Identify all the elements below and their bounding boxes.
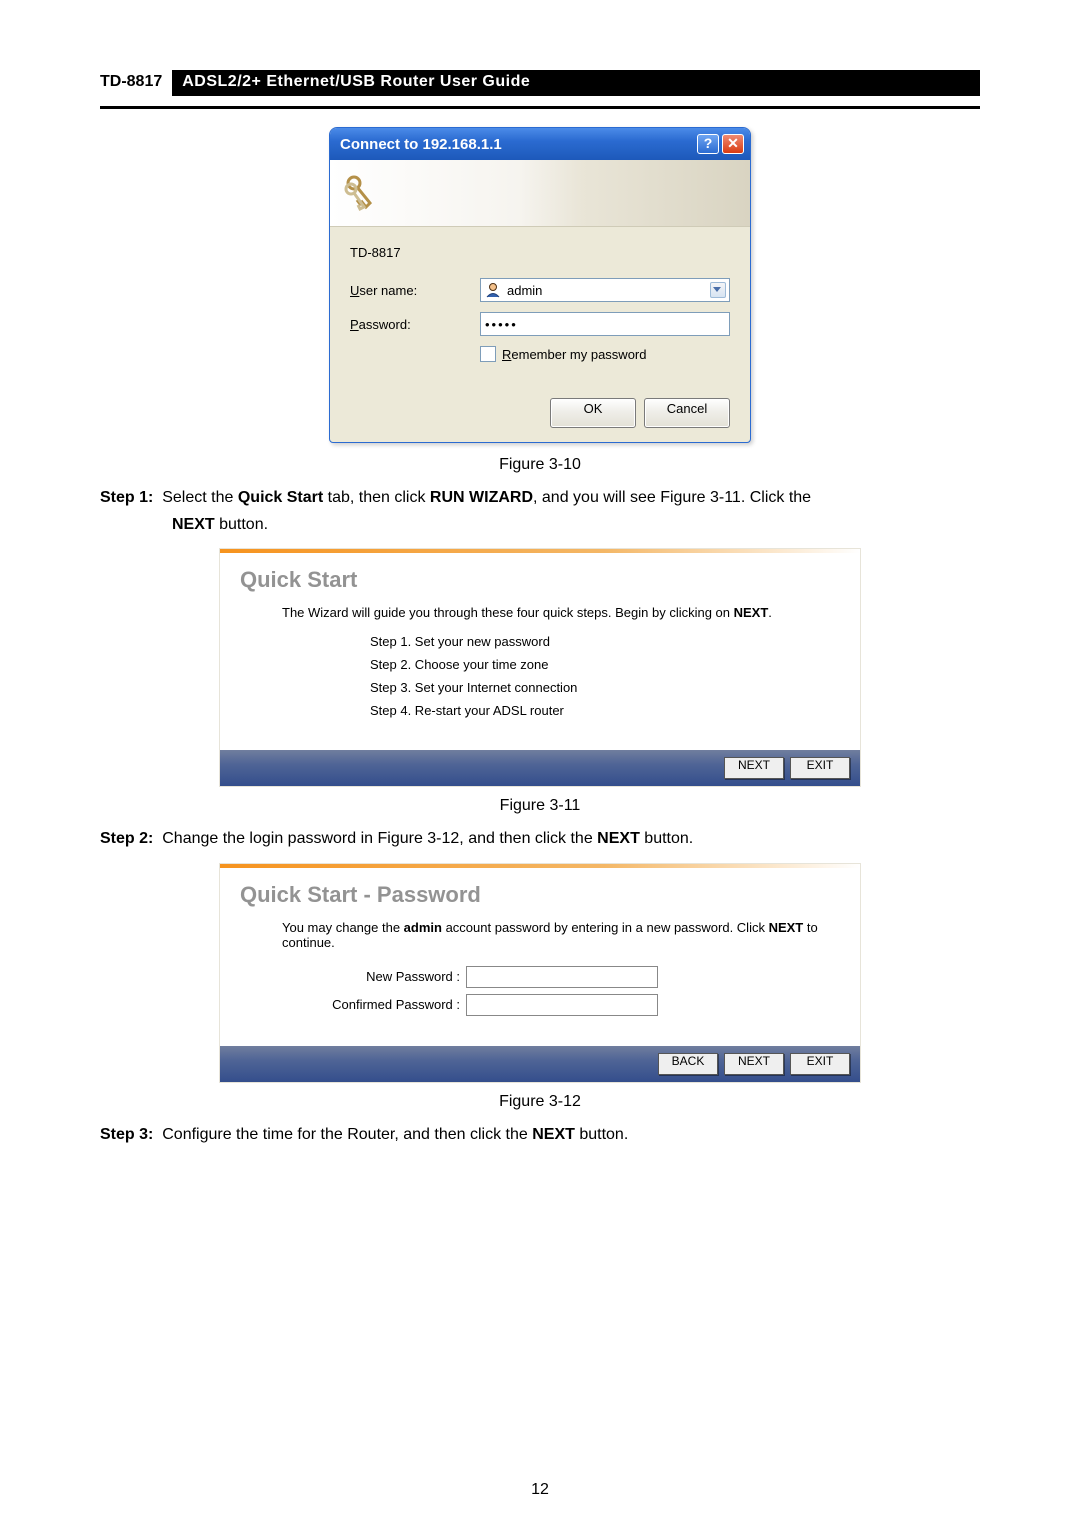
chevron-down-icon [713, 287, 721, 292]
username-input[interactable]: admin [480, 278, 730, 302]
dialog-titlebar: Connect to 192.168.1.1 ? ✕ [330, 128, 750, 160]
doc-header: TD-8817 ADSL2/2+ Ethernet/USB Router Use… [100, 70, 980, 96]
wizard2-lead: You may change the admin account passwor… [282, 920, 840, 950]
keys-icon [340, 173, 380, 213]
step-1: Step 1: Select the Quick Start tab, then… [100, 484, 980, 538]
step-2: Step 2: Change the login password in Fig… [100, 825, 980, 852]
remember-checkbox[interactable] [480, 346, 496, 362]
wizard2-exit-button[interactable]: EXIT [790, 1053, 850, 1075]
close-button[interactable]: ✕ [722, 134, 744, 154]
page-number: 12 [0, 1481, 1080, 1499]
figure-caption-11: Figure 3-11 [100, 797, 980, 815]
confirm-password-label: Confirmed Password : [290, 997, 466, 1012]
dialog-banner [330, 160, 750, 227]
wizard2-next-button[interactable]: NEXT [724, 1053, 784, 1075]
wizard1-step1: Step 1. Set your new password [370, 634, 840, 649]
wizard1-title: Quick Start [240, 567, 840, 593]
password-value: ••••• [485, 317, 518, 332]
wizard1-step3: Step 3. Set your Internet connection [370, 680, 840, 695]
remember-label: RRemember my passwordemember my password [502, 347, 647, 362]
quick-start-password-wizard: Quick Start - Password You may change th… [219, 863, 861, 1083]
dialog-model: TD-8817 [350, 245, 730, 260]
cancel-button[interactable]: Cancel [644, 398, 730, 428]
wizard1-exit-button[interactable]: EXIT [790, 757, 850, 779]
wizard1-lead: The Wizard will guide you through these … [282, 605, 840, 620]
password-input[interactable]: ••••• [480, 312, 730, 336]
wizard1-steps: Step 1. Set your new password Step 2. Ch… [370, 634, 840, 718]
wizard1-step2: Step 2. Choose your time zone [370, 657, 840, 672]
wizard2-back-button[interactable]: BACK [658, 1053, 718, 1075]
confirm-password-input[interactable] [466, 994, 658, 1016]
header-rule [100, 106, 980, 109]
new-password-input[interactable] [466, 966, 658, 988]
wizard1-step4: Step 4. Re-start your ADSL router [370, 703, 840, 718]
auth-dialog: Connect to 192.168.1.1 ? ✕ TD-8817 U [329, 127, 751, 443]
step-3: Step 3: Configure the time for the Route… [100, 1121, 980, 1148]
header-model: TD-8817 [100, 70, 172, 96]
dialog-title: Connect to 192.168.1.1 [340, 136, 694, 153]
username-label: User name: [350, 283, 480, 298]
wizard2-title: Quick Start - Password [240, 882, 840, 908]
figure-caption-12: Figure 3-12 [100, 1093, 980, 1111]
figure-caption-10: Figure 3-10 [100, 456, 980, 474]
quick-start-wizard: Quick Start The Wizard will guide you th… [219, 548, 861, 787]
header-title: ADSL2/2+ Ethernet/USB Router User Guide [172, 70, 980, 96]
username-value: admin [507, 283, 542, 298]
help-button[interactable]: ? [697, 134, 719, 154]
password-label: Password: [350, 317, 480, 332]
new-password-label: New Password : [290, 969, 466, 984]
ok-button[interactable]: OK [550, 398, 636, 428]
wizard1-next-button[interactable]: NEXT [724, 757, 784, 779]
user-icon [485, 282, 501, 298]
